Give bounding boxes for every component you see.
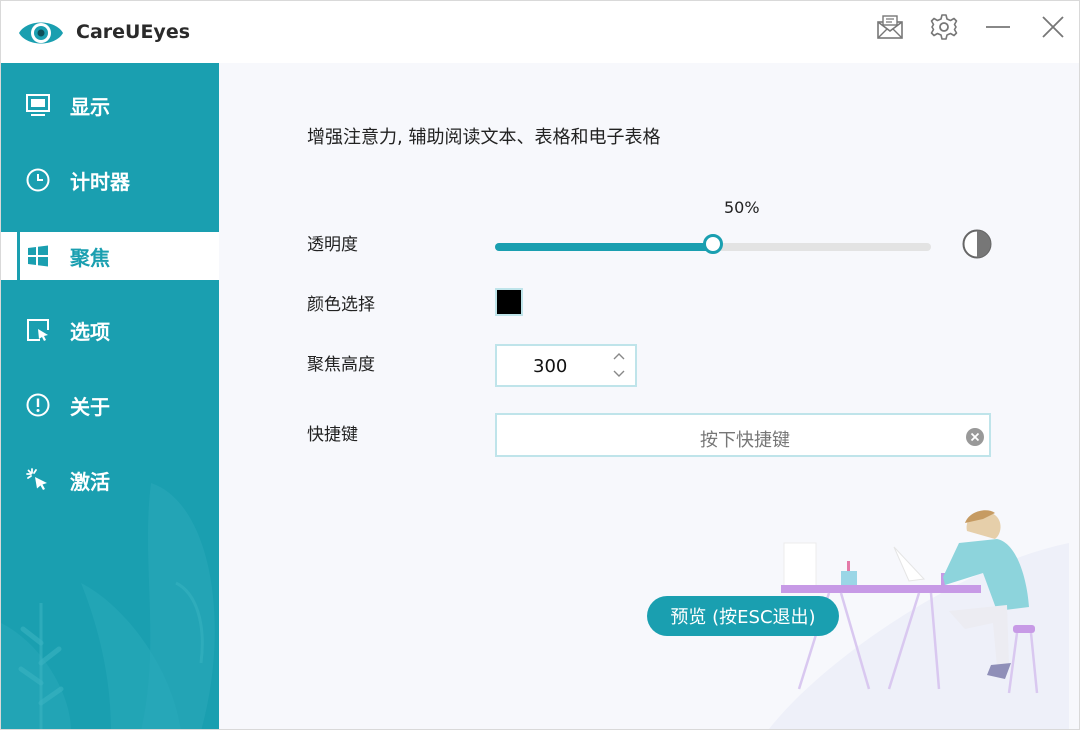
hotkey-label: 快捷键	[307, 425, 358, 445]
sidebar-item-label: 显示	[70, 94, 110, 119]
sidebar-item-display[interactable]: 显示	[1, 81, 219, 129]
preview-button[interactable]: 预览 (按ESC退出)	[647, 596, 839, 636]
gear-icon	[930, 14, 958, 40]
click-cursor-icon	[25, 467, 51, 493]
mail-button[interactable]	[874, 11, 906, 43]
focus-description: 增强注意力, 辅助阅读文本、表格和电子表格	[307, 127, 661, 148]
contrast-icon[interactable]	[961, 228, 993, 260]
color-label: 颜色选择	[307, 295, 375, 315]
clock-icon	[25, 167, 51, 193]
transparency-label: 透明度	[307, 235, 358, 255]
cursor-box-icon	[25, 317, 51, 343]
eye-logo-icon	[19, 22, 63, 44]
app-window: CareUEyes 显示 计时器 聚焦 选项 关于 激活 增强注意力, 辅助阅读…	[0, 0, 1080, 730]
sidebar-item-label: 选项	[70, 319, 110, 344]
clear-icon[interactable]	[965, 427, 985, 447]
focus-height-label: 聚焦高度	[307, 355, 375, 375]
hotkey-placeholder: 按下快捷键	[700, 430, 790, 451]
transparency-slider[interactable]	[495, 234, 931, 254]
sidebar-item-label: 计时器	[70, 169, 130, 194]
mail-icon	[877, 15, 903, 39]
slider-fill	[495, 243, 713, 251]
windows-icon	[25, 243, 51, 269]
sidebar-item-about[interactable]: 关于	[1, 381, 219, 429]
sidebar: 显示 计时器 聚焦 选项 关于 激活	[1, 63, 219, 729]
color-swatch[interactable]	[495, 288, 523, 316]
settings-button[interactable]	[928, 11, 960, 43]
sidebar-item-focus[interactable]: 聚焦	[1, 232, 219, 280]
hotkey-input[interactable]: 按下快捷键	[495, 413, 991, 457]
sidebar-item-label: 激活	[70, 469, 110, 494]
minimize-icon	[986, 26, 1010, 28]
close-icon	[1042, 16, 1064, 38]
chevron-down-icon[interactable]	[611, 367, 627, 381]
sidebar-item-timer[interactable]: 计时器	[1, 156, 219, 204]
title-bar: CareUEyes	[1, 1, 1079, 63]
transparency-value: 50%	[724, 198, 760, 217]
focus-panel: 增强注意力, 辅助阅读文本、表格和电子表格 透明度 50% 颜色选择 聚焦高度 …	[219, 63, 1079, 729]
info-circle-icon	[25, 392, 51, 418]
slider-thumb[interactable]	[703, 234, 723, 254]
chevron-up-icon[interactable]	[611, 349, 627, 363]
minimize-button[interactable]	[982, 11, 1014, 43]
sidebar-item-label: 关于	[70, 394, 110, 419]
sidebar-item-options[interactable]: 选项	[1, 306, 219, 354]
sidebar-item-label: 聚焦	[70, 245, 110, 270]
focus-height-stepper[interactable]: 300	[495, 344, 637, 387]
app-title: CareUEyes	[76, 21, 191, 43]
monitor-icon	[25, 92, 51, 118]
close-button[interactable]	[1037, 11, 1069, 43]
sidebar-item-activate[interactable]: 激活	[1, 456, 219, 504]
focus-height-value[interactable]: 300	[533, 356, 567, 377]
